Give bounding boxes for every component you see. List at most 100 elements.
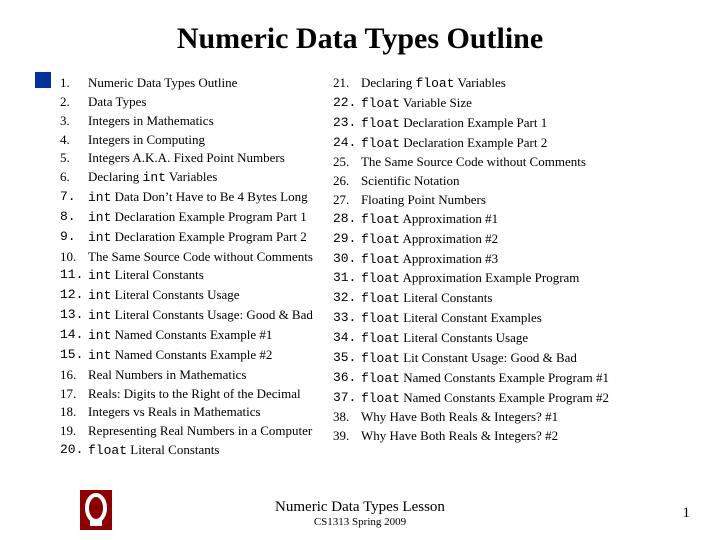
item-text: Floating Point Numbers (361, 191, 486, 210)
item-number: 24. (333, 134, 361, 154)
item-text: float Literal Constants Usage (361, 329, 528, 349)
item-number: 21. (333, 74, 361, 94)
item-number: 19. (60, 422, 88, 441)
item-text: int Literal Constants (88, 266, 204, 286)
item-number: 26. (333, 172, 361, 191)
item-text: int Named Constants Example #1 (88, 326, 272, 346)
item-number: 3. (60, 112, 88, 131)
item-text: Why Have Both Reals & Integers? #2 (361, 427, 558, 446)
page-number: 1 (683, 505, 691, 522)
item-text: float Approximation #3 (361, 250, 498, 270)
item-text: int Declaration Example Program Part 2 (88, 228, 307, 248)
item-number: 2. (60, 93, 88, 112)
item-number: 34. (333, 329, 361, 349)
item-text: int Data Don’t Have to Be 4 Bytes Long (88, 188, 308, 208)
outline-item: 37.float Named Constants Example Program… (333, 389, 609, 409)
slide-footer: Numeric Data Types Lesson CS1313 Spring … (0, 499, 720, 528)
item-number: 39. (333, 427, 361, 446)
item-number: 32. (333, 289, 361, 309)
outline-item: 16.Real Numbers in Mathematics (60, 366, 313, 385)
item-number: 11. (60, 266, 88, 286)
item-number: 5. (60, 149, 88, 168)
item-text: int Named Constants Example #2 (88, 346, 272, 366)
item-text: float Lit Constant Usage: Good & Bad (361, 349, 577, 369)
item-text: Scientific Notation (361, 172, 460, 191)
outline-item: 33.float Literal Constant Examples (333, 309, 609, 329)
outline-item: 2.Data Types (60, 93, 313, 112)
outline-item: 1.Numeric Data Types Outline (60, 74, 313, 93)
outline-item: 27.Floating Point Numbers (333, 191, 609, 210)
item-text: Integers vs Reals in Mathematics (88, 403, 261, 422)
item-number: 36. (333, 369, 361, 389)
item-text: float Literal Constants (361, 289, 492, 309)
outline-item: 23.float Declaration Example Part 1 (333, 114, 609, 134)
item-number: 15. (60, 346, 88, 366)
item-text: Reals: Digits to the Right of the Decima… (88, 385, 301, 404)
item-text: Declaring int Variables (88, 168, 217, 188)
item-text: Declaring float Variables (361, 74, 506, 94)
outline-item: 30.float Approximation #3 (333, 250, 609, 270)
item-text: The Same Source Code without Comments (88, 248, 313, 267)
item-number: 37. (333, 389, 361, 409)
outline-item: 10.The Same Source Code without Comments (60, 248, 313, 267)
item-text: Data Types (88, 93, 146, 112)
outline-item: 15.int Named Constants Example #2 (60, 346, 313, 366)
item-text: float Named Constants Example Program #2 (361, 389, 609, 409)
item-text: Why Have Both Reals & Integers? #1 (361, 408, 558, 427)
item-text: Real Numbers in Mathematics (88, 366, 247, 385)
item-text: Integers A.K.A. Fixed Point Numbers (88, 149, 285, 168)
outline-item: 20.float Literal Constants (60, 441, 313, 461)
item-text: Integers in Computing (88, 131, 205, 150)
item-text: float Variable Size (361, 94, 472, 114)
item-text: float Declaration Example Part 2 (361, 134, 547, 154)
item-text: float Named Constants Example Program #1 (361, 369, 609, 389)
outline-item: 29.float Approximation #2 (333, 230, 609, 250)
item-number: 4. (60, 131, 88, 150)
item-number: 29. (333, 230, 361, 250)
item-text: float Approximation Example Program (361, 269, 579, 289)
item-number: 31. (333, 269, 361, 289)
outline-col-left: 1.Numeric Data Types Outline2.Data Types… (60, 74, 313, 461)
outline-item: 3.Integers in Mathematics (60, 112, 313, 131)
lesson-title: Numeric Data Types Lesson (275, 499, 445, 516)
outline-item: 25.The Same Source Code without Comments (333, 153, 609, 172)
outline-item: 39.Why Have Both Reals & Integers? #2 (333, 427, 609, 446)
item-text: The Same Source Code without Comments (361, 153, 586, 172)
outline-columns: 1.Numeric Data Types Outline2.Data Types… (60, 74, 690, 461)
outline-item: 38.Why Have Both Reals & Integers? #1 (333, 408, 609, 427)
outline-item: 4.Integers in Computing (60, 131, 313, 150)
outline-item: 8.int Declaration Example Program Part 1 (60, 208, 313, 228)
outline-item: 31.float Approximation Example Program (333, 269, 609, 289)
item-number: 6. (60, 168, 88, 188)
item-text: Integers in Mathematics (88, 112, 214, 131)
outline-item: 36.float Named Constants Example Program… (333, 369, 609, 389)
outline-item: 17.Reals: Digits to the Right of the Dec… (60, 385, 313, 404)
item-number: 12. (60, 286, 88, 306)
item-number: 30. (333, 250, 361, 270)
item-text: float Approximation #1 (361, 210, 498, 230)
outline-item: 28.float Approximation #1 (333, 210, 609, 230)
item-number: 9. (60, 228, 88, 248)
outline-item: 7.int Data Don’t Have to Be 4 Bytes Long (60, 188, 313, 208)
outline-item: 6.Declaring int Variables (60, 168, 313, 188)
item-number: 38. (333, 408, 361, 427)
outline-item: 26.Scientific Notation (333, 172, 609, 191)
item-number: 23. (333, 114, 361, 134)
outline-item: 32.float Literal Constants (333, 289, 609, 309)
item-text: float Approximation #2 (361, 230, 498, 250)
item-text: float Literal Constant Examples (361, 309, 542, 329)
outline-item: 34.float Literal Constants Usage (333, 329, 609, 349)
item-number: 22. (333, 94, 361, 114)
outline-item: 19.Representing Real Numbers in a Comput… (60, 422, 313, 441)
outline-item: 13.int Literal Constants Usage: Good & B… (60, 306, 313, 326)
item-number: 25. (333, 153, 361, 172)
item-number: 20. (60, 441, 88, 461)
slide-title: Numeric Data Types Outline (30, 22, 690, 56)
item-text: int Literal Constants Usage (88, 286, 240, 306)
item-number: 10. (60, 248, 88, 267)
item-text: Numeric Data Types Outline (88, 74, 237, 93)
outline-item: 12.int Literal Constants Usage (60, 286, 313, 306)
outline-item: 11.int Literal Constants (60, 266, 313, 286)
outline-item: 21.Declaring float Variables (333, 74, 609, 94)
item-number: 7. (60, 188, 88, 208)
